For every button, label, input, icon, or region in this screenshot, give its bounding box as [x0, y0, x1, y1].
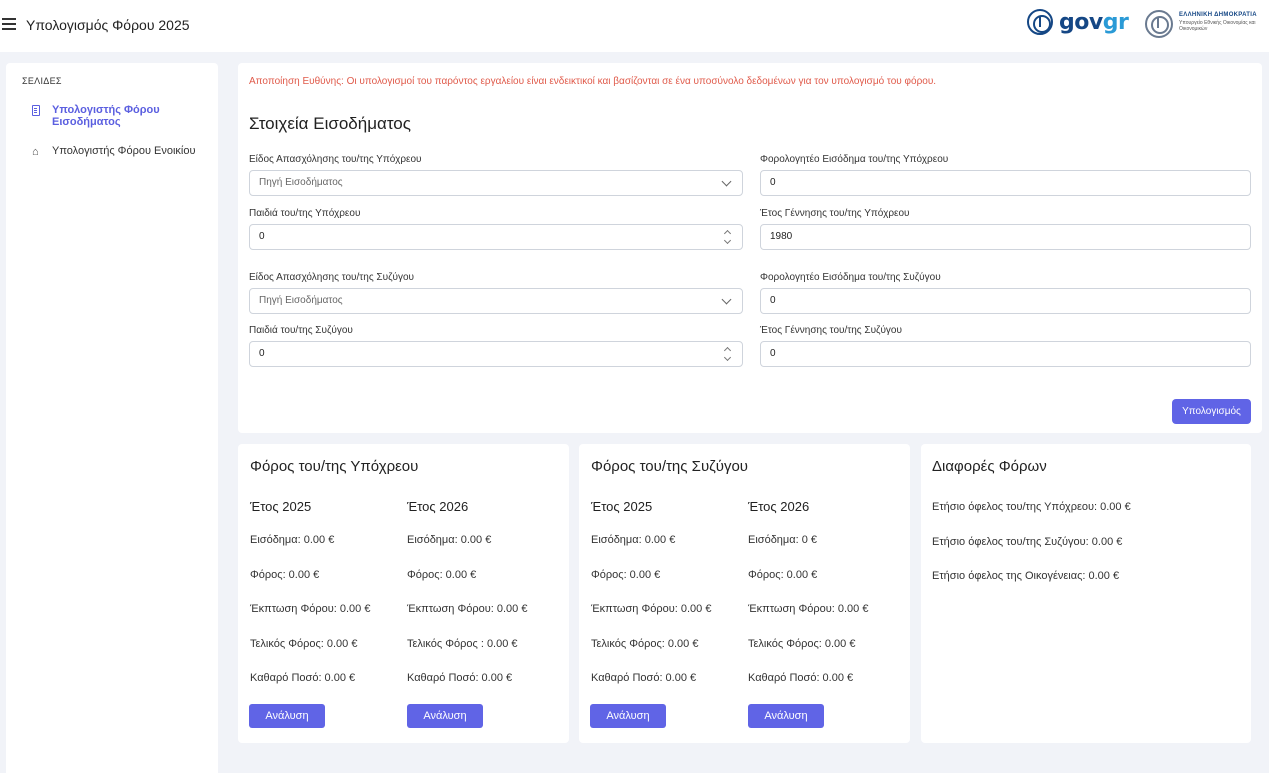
ministry-emblem-icon [1145, 10, 1173, 38]
greek-emblem-icon [1027, 9, 1053, 35]
ministry-republic-text: ΕΛΛΗΝΙΚΗ ΔΗΜΟΚΡΑΤΙΑ [1179, 12, 1257, 18]
net-amount-value: Καθαρό Ποσό: 0.00 € [748, 672, 854, 684]
spouse-birth-year-input[interactable]: 0 [760, 341, 1251, 367]
spouse-annual-benefit: Ετήσιο όφελος του/της Συζύγου: 0.00 € [932, 536, 1123, 548]
chevron-down-icon [721, 176, 732, 187]
spouse-income-value: 0 [770, 295, 776, 306]
income-value: Εισόδημα: 0.00 € [591, 534, 676, 546]
document-icon [32, 105, 44, 117]
income-value: Εισόδημα: 0.00 € [250, 534, 335, 546]
spouse-birth-year-label: Έτος Γέννησης του/της Συζύγου [760, 325, 902, 336]
app-header: Υπολογισμός Φόρου 2025 govgr ΕΛΛΗΝΙΚΗ ΔΗ… [0, 0, 1269, 52]
taxpayer-birth-year-label: Έτος Γέννησης του/της Υπόχρεου [760, 208, 910, 219]
taxpayer-tax-card: Φόρος του/της Υπόχρεου Έτος 2025 Εισόδημ… [238, 444, 569, 743]
year-2026-heading: Έτος 2026 [748, 499, 810, 514]
spouse-birth-year-value: 0 [770, 348, 776, 359]
ministry-logo[interactable]: ΕΛΛΗΝΙΚΗ ΔΗΜΟΚΡΑΤΙΑ Υπουργείο Εθνικής Οι… [1145, 10, 1257, 38]
spouse-income-input[interactable]: 0 [760, 288, 1251, 314]
taxpayer-income-input[interactable]: 0 [760, 170, 1251, 196]
home-icon: ⌂ [32, 146, 39, 158]
taxpayer-income-label: Φορολογητέο Εισόδημα του/της Υπόχρεου [760, 154, 949, 165]
tax-value: Φόρος: 0.00 € [591, 569, 661, 581]
sidebar-item-rent-tax[interactable]: ⌂ Υπολογιστής Φόρου Ενοικίου [32, 145, 196, 158]
net-amount-value: Καθαρό Ποσό: 0.00 € [407, 672, 513, 684]
taxpayer-employment-label: Είδος Απασχόλησης του/της Υπόχρεου [249, 154, 422, 165]
stepper-arrows-icon[interactable] [723, 228, 732, 246]
chevron-down-icon [721, 294, 732, 305]
sidebar-item-label: Υπολογιστής Φόρου Ενοικίου [52, 145, 196, 157]
analysis-button-2025[interactable]: Ανάλυση [249, 704, 325, 728]
card-title: Φόρος του/της Συζύγου [591, 458, 749, 475]
taxpayer-children-value: 0 [259, 231, 265, 242]
sidebar-item-income-tax[interactable]: Υπολογιστής Φόρου Εισοδήματος [32, 104, 182, 128]
income-value: Εισόδημα: 0.00 € [407, 534, 492, 546]
tax-discount-value: Έκπτωση Φόρου: 0.00 € [407, 603, 528, 615]
section-title: Στοιχεία Εισοδήματος [249, 114, 411, 133]
analysis-button-2026[interactable]: Ανάλυση [748, 704, 824, 728]
tax-discount-value: Έκπτωση Φόρου: 0.00 € [748, 603, 869, 615]
taxpayer-employment-value: Πηγή Εισοδήματος [259, 177, 343, 188]
tax-discount-value: Έκπτωση Φόρου: 0.00 € [250, 603, 371, 615]
tax-value: Φόρος: 0.00 € [407, 569, 477, 581]
spouse-employment-select[interactable]: Πηγή Εισοδήματος [249, 288, 743, 314]
calculate-button[interactable]: Υπολογισμός [1172, 399, 1251, 424]
year-2025-heading: Έτος 2025 [250, 499, 312, 514]
tax-discount-value: Έκπτωση Φόρου: 0.00 € [591, 603, 712, 615]
sidebar: ΣΕΛΙΔΕΣ Υπολογιστής Φόρου Εισοδήματος ⌂ … [6, 63, 218, 773]
spouse-employment-value: Πηγή Εισοδήματος [259, 295, 343, 306]
spouse-income-label: Φορολογητέο Εισόδημα του/της Συζύγου [760, 272, 941, 283]
taxpayer-employment-select[interactable]: Πηγή Εισοδήματος [249, 170, 743, 196]
sidebar-item-label: Υπολογιστής Φόρου Εισοδήματος [52, 104, 160, 128]
disclaimer-text: Αποποίηση Ευθύνης: Οι υπολογισμοί του πα… [249, 76, 937, 87]
app-title: Υπολογισμός Φόρου 2025 [26, 17, 190, 33]
net-amount-value: Καθαρό Ποσό: 0.00 € [250, 672, 356, 684]
logo-gr-text: gr [1102, 9, 1129, 35]
net-amount-value: Καθαρό Ποσό: 0.00 € [591, 672, 697, 684]
income-value: Εισόδημα: 0 € [748, 534, 818, 546]
taxpayer-children-label: Παιδιά του/της Υπόχρεου [249, 208, 361, 219]
tax-value: Φόρος: 0.00 € [250, 569, 320, 581]
taxpayer-annual-benefit: Ετήσιο όφελος του/της Υπόχρεου: 0.00 € [932, 501, 1131, 513]
analysis-button-2026[interactable]: Ανάλυση [407, 704, 483, 728]
spouse-tax-card: Φόρος του/της Συζύγου Έτος 2025 Εισόδημα… [579, 444, 910, 743]
year-2026-heading: Έτος 2026 [407, 499, 469, 514]
hamburger-menu-icon[interactable] [2, 18, 16, 30]
card-title: Φόρος του/της Υπόχρεου [250, 458, 419, 475]
final-tax-value: Τελικός Φόρος: 0.00 € [591, 638, 699, 650]
year-2025-heading: Έτος 2025 [591, 499, 653, 514]
final-tax-value: Τελικός Φόρος: 0.00 € [250, 638, 358, 650]
taxpayer-income-value: 0 [770, 177, 776, 188]
logo-gov-text: gov [1059, 9, 1103, 35]
final-tax-value: Τελικός Φόρος: 0.00 € [748, 638, 856, 650]
spouse-employment-label: Είδος Απασχόλησης του/της Συζύγου [249, 272, 414, 283]
card-title: Διαφορές Φόρων [932, 458, 1047, 475]
tax-differences-card: Διαφορές Φόρων Ετήσιο όφελος του/της Υπό… [921, 444, 1251, 743]
spouse-children-value: 0 [259, 348, 265, 359]
taxpayer-birth-year-value: 1980 [770, 231, 793, 242]
govgr-logo[interactable]: govgr [1027, 9, 1129, 35]
spouse-children-label: Παιδιά του/της Συζύγου [249, 325, 353, 336]
stepper-arrows-icon[interactable] [723, 345, 732, 363]
family-annual-benefit: Ετήσιο όφελος της Οικογένειας: 0.00 € [932, 570, 1120, 582]
income-form-panel: Αποποίηση Ευθύνης: Οι υπολογισμοί του πα… [238, 63, 1262, 433]
final-tax-value: Τελικός Φόρος : 0.00 € [407, 638, 518, 650]
sidebar-title: ΣΕΛΙΔΕΣ [22, 76, 62, 86]
analysis-button-2025[interactable]: Ανάλυση [590, 704, 666, 728]
spouse-children-stepper[interactable]: 0 [249, 341, 743, 367]
taxpayer-children-stepper[interactable]: 0 [249, 224, 743, 250]
taxpayer-birth-year-input[interactable]: 1980 [760, 224, 1251, 250]
tax-value: Φόρος: 0.00 € [748, 569, 818, 581]
ministry-name-text: Υπουργείο Εθνικής Οικονομίας και Οικονομ… [1179, 20, 1256, 32]
